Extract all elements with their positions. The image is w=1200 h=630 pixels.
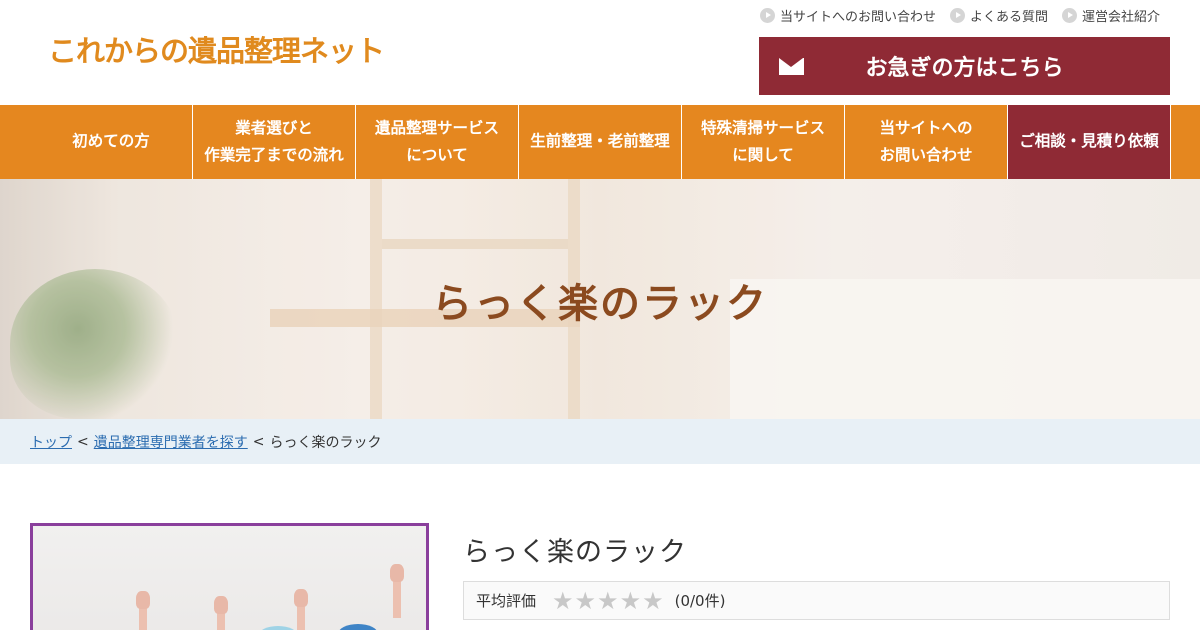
breadcrumb-category-link[interactable]: 遺品整理専門業者を探す xyxy=(94,432,248,452)
top-link-label: 当サイトへのお問い合わせ xyxy=(779,10,936,25)
breadcrumb-current: らっく楽のラック xyxy=(269,434,382,451)
nav-item-consultation[interactable]: ご相談・見積り依頼 xyxy=(1008,105,1171,179)
nav-item-service[interactable]: 遺品整理サービス について xyxy=(356,105,519,179)
nav-item-beginners[interactable]: 初めての方 xyxy=(30,105,193,179)
hero-banner: らっく楽のラック xyxy=(0,179,1200,419)
nav-item-flow[interactable]: 業者選びと 作業完了までの流れ xyxy=(193,105,356,179)
photo-arm xyxy=(139,606,147,630)
breadcrumb: トップ < 遺品整理専門業者を探す < らっく楽のラック xyxy=(0,419,1200,464)
photo-cloth xyxy=(338,624,378,630)
arrow-circle-icon xyxy=(759,8,775,23)
nav-item-pre-arrangement[interactable]: 生前整理・老前整理 xyxy=(519,105,682,179)
company-name: らっく楽のラック xyxy=(463,537,687,568)
hero-title: らっく楽のラック xyxy=(432,281,768,327)
photo-cloth xyxy=(258,626,298,630)
nav-item-contact[interactable]: 当サイトへの お問い合わせ xyxy=(845,105,1008,179)
star-rating-icon: ★★★★★ xyxy=(552,586,665,615)
top-link-label: 運営会社紹介 xyxy=(1081,10,1160,25)
rating-count: (0/0件) xyxy=(674,592,726,610)
photo-arm xyxy=(297,604,305,630)
urgent-contact-button[interactable]: お急ぎの方はこちら xyxy=(759,37,1170,95)
site-logo[interactable]: これからの遺品整理ネット xyxy=(48,28,385,70)
photo-hand xyxy=(390,564,404,582)
site-header: これからの遺品整理ネット 当サイトへのお問い合わせ よくある質問 運営会社紹介 … xyxy=(0,0,1200,105)
photo-hand xyxy=(214,596,228,614)
rating-label: 平均評価 xyxy=(476,592,537,610)
breadcrumb-separator: < xyxy=(77,433,89,450)
top-link-company[interactable]: 運営会社紹介 xyxy=(1061,6,1160,25)
arrow-circle-icon xyxy=(949,8,965,23)
company-photo xyxy=(30,523,429,630)
photo-hand xyxy=(294,589,308,607)
breadcrumb-home-link[interactable]: トップ xyxy=(30,432,72,452)
arrow-circle-icon xyxy=(1061,8,1077,23)
photo-hand xyxy=(136,591,150,609)
top-link-faq[interactable]: よくある質問 xyxy=(949,6,1048,25)
rating-box: 平均評価 ★★★★★ (0/0件) xyxy=(463,581,1170,620)
breadcrumb-separator: < xyxy=(252,433,265,450)
photo-arm xyxy=(393,578,401,618)
top-link-label: よくある質問 xyxy=(969,10,1048,25)
main-nav: 初めての方 業者選びと 作業完了までの流れ 遺品整理サービス について 生前整理… xyxy=(0,105,1200,179)
nav-item-special-cleaning[interactable]: 特殊清掃サービス に関して xyxy=(682,105,845,179)
top-links: 当サイトへのお問い合わせ よくある質問 運営会社紹介 xyxy=(759,6,1160,25)
urgent-contact-label: お急ぎの方はこちら xyxy=(865,56,1064,81)
top-link-contact[interactable]: 当サイトへのお問い合わせ xyxy=(759,6,936,25)
